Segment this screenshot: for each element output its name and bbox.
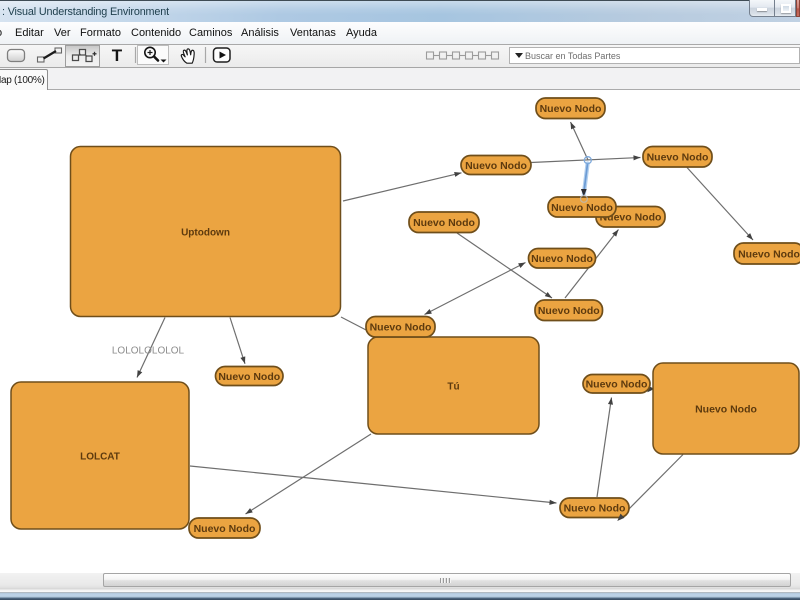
svg-text:Nuevo Nodo: Nuevo Nodo	[586, 379, 648, 391]
svg-text:Nuevo Nodo: Nuevo Nodo	[540, 103, 602, 115]
svg-text:Nuevo Nodo: Nuevo Nodo	[695, 404, 757, 416]
svg-text:Nuevo Nodo: Nuevo Nodo	[738, 248, 800, 260]
svg-text:T: T	[112, 46, 123, 65]
svg-text:Nuevo Nodo: Nuevo Nodo	[194, 523, 256, 535]
svg-text:Nuevo Nodo: Nuevo Nodo	[564, 503, 626, 515]
svg-text:Nuevo Nodo: Nuevo Nodo	[465, 160, 527, 172]
svg-text:Nuevo Nodo: Nuevo Nodo	[413, 217, 475, 229]
svg-text:LOLOLOLOLOL: LOLOLOLOLOL	[112, 346, 185, 357]
svg-text:Nuevo Nodo: Nuevo Nodo	[370, 322, 432, 334]
svg-text:Nuevo Nodo: Nuevo Nodo	[551, 202, 613, 214]
svg-text:Uptodown: Uptodown	[181, 228, 230, 239]
svg-text:Nuevo Nodo: Nuevo Nodo	[218, 371, 280, 383]
svg-text:Tú: Tú	[447, 382, 459, 393]
svg-text:LOLCAT: LOLCAT	[80, 452, 120, 463]
svg-text:Nuevo Nodo: Nuevo Nodo	[538, 305, 600, 317]
svg-text:Nuevo Nodo: Nuevo Nodo	[531, 253, 593, 265]
svg-text:Nuevo Nodo: Nuevo Nodo	[647, 152, 709, 164]
